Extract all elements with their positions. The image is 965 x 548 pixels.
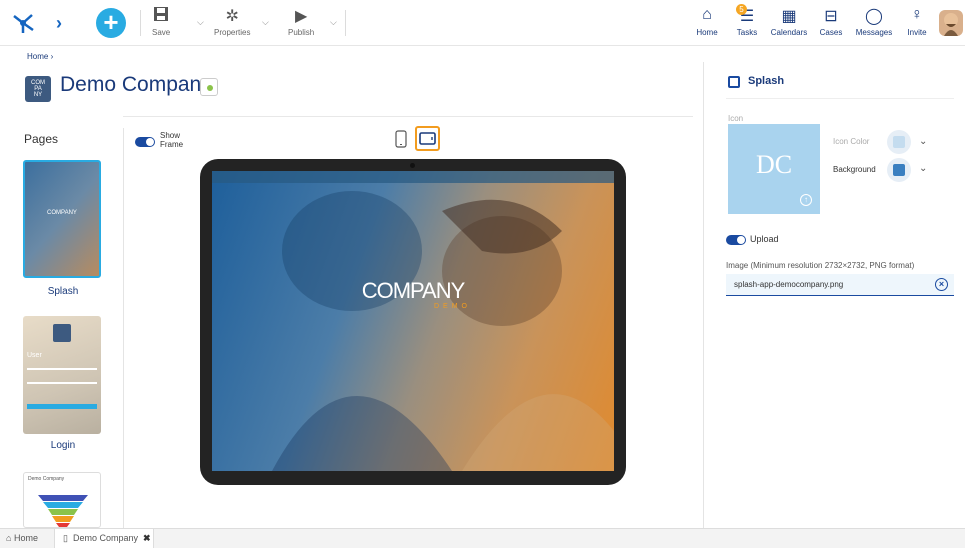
login-thumb-logo bbox=[53, 324, 71, 342]
expand-arrow-icon[interactable]: › bbox=[56, 13, 62, 34]
splash-thumb-text: COMPANY bbox=[47, 210, 77, 216]
page-thumb-login[interactable]: User bbox=[23, 316, 101, 434]
add-button[interactable]: + bbox=[96, 8, 126, 38]
nav-cases-label: Cases bbox=[819, 28, 843, 37]
background-label: Background bbox=[833, 165, 876, 174]
splash-checkbox[interactable] bbox=[728, 76, 740, 88]
nav-messages[interactable]: ◯ Messages bbox=[853, 6, 895, 37]
background-color-swatch[interactable] bbox=[887, 158, 911, 182]
tasks-icon: ☰ bbox=[739, 8, 755, 25]
active-tab-label: Demo Company bbox=[73, 533, 139, 543]
nav-tasks[interactable]: 5 ☰ Tasks bbox=[726, 4, 768, 37]
camera-dot bbox=[410, 163, 415, 168]
dashboard-thumb-title: Demo Company bbox=[28, 476, 65, 482]
icon-preview[interactable]: DC ↑ bbox=[728, 124, 820, 214]
upload-label: Upload bbox=[750, 234, 779, 244]
home-icon: ⌂ bbox=[6, 533, 12, 543]
page-thumb-dashboard[interactable]: Demo Company bbox=[23, 472, 101, 528]
designer-area: COM PA NY Demo Company Pages COMPANY Spl… bbox=[8, 62, 703, 528]
page-title: Demo Company bbox=[60, 73, 212, 96]
document-icon: ▯ bbox=[63, 533, 68, 543]
panel-divider bbox=[726, 98, 954, 99]
pages-heading: Pages bbox=[24, 132, 59, 146]
publish-chevron-down-icon[interactable]: ⌵ bbox=[330, 17, 337, 28]
home-tab-label: Home bbox=[13, 533, 38, 543]
image-file-name: splash-app-democompany.png bbox=[734, 280, 844, 289]
nav-cases[interactable]: ⊟ Cases bbox=[810, 6, 852, 37]
briefcase-icon: ⊟ bbox=[824, 8, 838, 25]
login-thumb-button bbox=[27, 404, 97, 409]
tab-demo-company[interactable]: ▯ Demo Company ✖ bbox=[54, 529, 154, 548]
properties-button[interactable]: ✲ Properties bbox=[214, 6, 250, 37]
upload-toggle[interactable] bbox=[726, 235, 746, 245]
home-icon: ⌂ bbox=[702, 6, 712, 23]
company-logo: COM PA NY bbox=[25, 76, 51, 102]
funnel-chart-icon bbox=[38, 495, 88, 527]
background-chevron-down-icon[interactable]: ⌄ bbox=[919, 163, 927, 174]
tablet-view-button[interactable] bbox=[415, 126, 440, 151]
login-thumb-user: User bbox=[27, 352, 42, 359]
home-tab[interactable]: ⌂ Home bbox=[6, 533, 38, 543]
publish-label: Publish bbox=[288, 28, 315, 37]
splash-background-image bbox=[272, 191, 614, 471]
bottom-tab-bar: ⌂ Home ▯ Demo Company ✖ bbox=[0, 528, 965, 548]
message-icon: ◯ bbox=[865, 8, 883, 25]
properties-panel: Splash Icon DC ↑ Icon Color ⌄ Background… bbox=[703, 62, 965, 528]
properties-chevron-down-icon[interactable]: ⌵ bbox=[262, 17, 269, 28]
save-label: Save bbox=[152, 28, 171, 37]
nav-home-label: Home bbox=[696, 28, 718, 37]
save-chevron-down-icon[interactable]: ⌵ bbox=[197, 17, 204, 28]
splash-company-title: COMPANY bbox=[361, 278, 466, 303]
upload-arrow-icon[interactable]: ↑ bbox=[800, 194, 812, 206]
show-frame-toggle[interactable] bbox=[135, 137, 155, 147]
nav-invite-label: Invite bbox=[907, 28, 927, 37]
properties-label: Properties bbox=[214, 28, 251, 37]
nav-calendars-label: Calendars bbox=[770, 28, 808, 37]
image-file-field[interactable]: splash-app-democompany.png × bbox=[726, 274, 954, 296]
icon-label: Icon bbox=[728, 114, 744, 123]
login-thumb-field bbox=[27, 368, 97, 370]
pages-divider bbox=[123, 128, 124, 528]
save-button[interactable]: Save bbox=[152, 6, 170, 37]
page-label-login[interactable]: Login bbox=[8, 440, 118, 451]
nav-home[interactable]: ⌂ Home bbox=[686, 6, 728, 37]
nav-invite[interactable]: ♀ Invite bbox=[896, 6, 938, 37]
save-icon bbox=[152, 6, 170, 28]
close-icon[interactable]: ✖ bbox=[143, 533, 151, 544]
app-logo-icon[interactable] bbox=[10, 10, 36, 36]
breadcrumb[interactable]: Home › bbox=[27, 52, 53, 61]
toolbar-divider bbox=[140, 10, 141, 36]
page-thumb-splash[interactable]: COMPANY bbox=[23, 160, 101, 278]
toolbar-divider bbox=[345, 10, 346, 36]
status-badge[interactable] bbox=[200, 78, 218, 96]
tasks-badge: 5 bbox=[736, 4, 747, 15]
play-icon: ▶ bbox=[294, 8, 308, 25]
calendar-icon: ▦ bbox=[781, 8, 797, 25]
clear-icon[interactable]: × bbox=[935, 278, 948, 291]
icon-color-label: Icon Color bbox=[833, 137, 870, 146]
login-thumb-field bbox=[27, 382, 97, 384]
panel-title: Splash bbox=[748, 75, 785, 87]
avatar[interactable] bbox=[939, 10, 963, 36]
show-frame-label: Show Frame bbox=[160, 131, 184, 149]
nav-messages-label: Messages bbox=[855, 28, 893, 37]
publish-button[interactable]: ▶ Publish bbox=[288, 6, 314, 37]
gear-icon: ✲ bbox=[225, 8, 239, 25]
page-label-splash[interactable]: Splash bbox=[8, 286, 118, 297]
nav-tasks-label: Tasks bbox=[736, 28, 758, 37]
divider bbox=[123, 116, 693, 117]
top-toolbar: › + Save ⌵ ✲ Properties ⌵ ▶ Publish ⌵ ⌂ … bbox=[0, 0, 965, 46]
image-label: Image (Minimum resolution 2732×2732, PNG… bbox=[726, 261, 915, 270]
icon-color-chevron-down-icon[interactable]: ⌄ bbox=[919, 136, 927, 147]
splash-preview-screen: COMPANY DEMO bbox=[212, 171, 614, 471]
tablet-icon bbox=[419, 132, 436, 145]
icon-preview-text: DC bbox=[755, 150, 793, 179]
icon-color-swatch[interactable] bbox=[887, 130, 911, 154]
nav-calendars[interactable]: ▦ Calendars bbox=[768, 6, 810, 37]
splash-company-subtitle: DEMO bbox=[434, 303, 471, 310]
phone-view-icon[interactable] bbox=[395, 130, 407, 148]
invite-user-icon: ♀ bbox=[911, 6, 923, 23]
tablet-frame: COMPANY DEMO bbox=[200, 159, 626, 485]
